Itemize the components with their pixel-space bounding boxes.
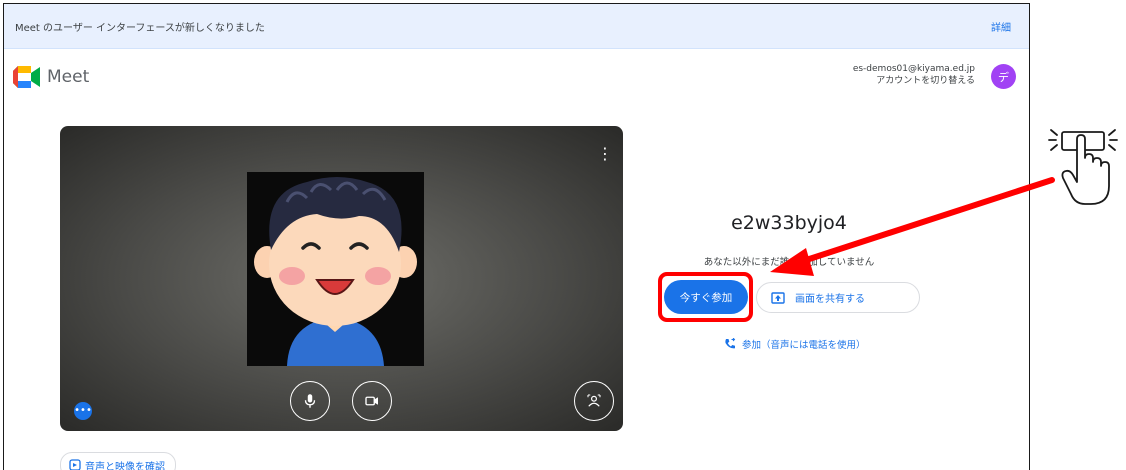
camera-toggle-button[interactable]	[352, 381, 392, 421]
update-banner: Meet のユーザー インターフェースが新しくなりました 詳細	[4, 4, 1029, 49]
visual-effects-button[interactable]	[574, 381, 614, 421]
visual-effects-icon	[587, 394, 601, 407]
banner-text: Meet のユーザー インターフェースが新しくなりました	[15, 23, 265, 34]
present-to-all-icon	[771, 291, 785, 304]
join-with-phone-link[interactable]: 参加（音声には電話を使用）	[724, 337, 866, 351]
check-audio-video-button[interactable]: 音声と映像を確認	[60, 452, 176, 470]
mic-toggle-button[interactable]	[290, 381, 330, 421]
present-label: 画面を共有する	[795, 294, 865, 305]
check-av-icon	[69, 459, 81, 470]
avatar[interactable]: デ	[991, 64, 1016, 89]
meet-window: Meet のユーザー インターフェースが新しくなりました 詳細 Meet es-…	[3, 3, 1030, 470]
participant-status: あなた以外にまだ誰も参加していません	[703, 257, 875, 268]
meeting-code: e2w33byjo4	[731, 212, 847, 234]
phone-join-label: 参加（音声には電話を使用）	[742, 340, 866, 351]
app-name: Meet	[47, 67, 90, 87]
videocam-icon	[365, 396, 378, 406]
switch-account-link[interactable]: アカウントを切り替える	[853, 75, 975, 87]
phone-forwarded-icon	[725, 338, 736, 349]
meet-logo-icon	[13, 66, 40, 88]
check-av-label: 音声と映像を確認	[85, 461, 165, 470]
present-button[interactable]: 画面を共有する	[756, 282, 920, 313]
tap-gesture-icon	[1048, 129, 1118, 205]
account-email: es-demos01@kiyama.ed.jp	[852, 64, 975, 74]
details-link[interactable]: 詳細	[991, 19, 1011, 34]
mic-icon	[304, 394, 316, 408]
user-camera-image	[247, 172, 424, 366]
meet-logo[interactable]: Meet	[13, 66, 89, 88]
join-button-highlight	[658, 272, 753, 322]
more-vert-icon[interactable]: ⋮	[597, 146, 613, 162]
video-preview: ⋮ •••	[60, 126, 623, 431]
more-horiz-icon[interactable]: •••	[74, 402, 92, 420]
account-info: es-demos01@kiyama.ed.jp アカウントを切り替える	[853, 63, 975, 87]
